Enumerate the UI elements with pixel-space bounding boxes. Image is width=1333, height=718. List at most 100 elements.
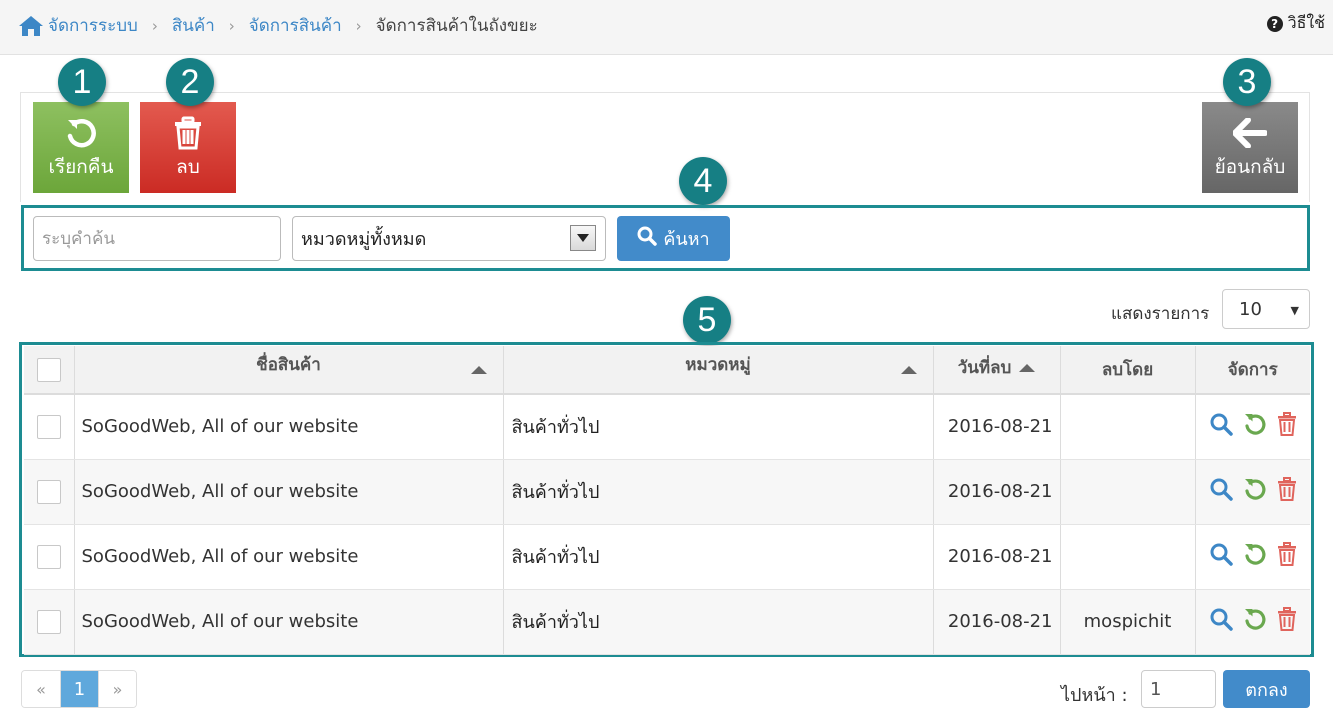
goto-page-input[interactable]: 1 — [1141, 670, 1216, 708]
category-cell: สินค้าทั่วไป — [503, 394, 934, 460]
deleted-by-cell — [1060, 394, 1196, 460]
deleted-date-cell: 2016-08-21 — [933, 524, 1061, 590]
goto-page-label: ไปหน้า : — [1061, 685, 1128, 706]
caret-down-icon: ▼ — [1290, 304, 1299, 317]
page-size-label: แสดงรายการ — [1111, 304, 1210, 324]
rotate-left-icon — [64, 114, 98, 152]
column-header-actions: จัดการ — [1195, 346, 1310, 395]
product-name-cell: SoGoodWeb, All of our website — [74, 459, 504, 525]
sort-asc-icon — [470, 366, 487, 374]
sort-asc-icon — [1019, 364, 1036, 372]
trash-icon[interactable] — [1277, 607, 1297, 636]
pagination: « 1 » — [21, 670, 137, 708]
dropdown-arrow-icon[interactable] — [570, 225, 596, 251]
back-label: ย้อนกลับ — [1214, 155, 1286, 178]
view-icon[interactable] — [1209, 542, 1233, 571]
deleted-date-cell: 2016-08-21 — [933, 394, 1061, 460]
search-icon — [637, 226, 658, 251]
restore-icon[interactable] — [1243, 477, 1267, 506]
product-name-cell: SoGoodWeb, All of our website — [74, 589, 504, 655]
product-name-cell: SoGoodWeb, All of our website — [74, 394, 504, 460]
row-checkbox[interactable] — [36, 479, 61, 504]
view-icon[interactable] — [1209, 412, 1233, 441]
column-header-name[interactable]: ชื่อสินค้า — [74, 346, 504, 395]
select-all-header — [24, 346, 75, 395]
column-name-label: ชื่อสินค้า — [256, 355, 321, 375]
sort-asc-icon — [900, 366, 917, 374]
row-checkbox[interactable] — [36, 609, 61, 634]
table-row: SoGoodWeb, All of our website สินค้าทั่วไ… — [24, 459, 1310, 525]
trash-products-table: ชื่อสินค้า หมวดหมู่ วันที่ลบ ลบโดย จัดกา… — [24, 346, 1310, 655]
column-header-deleted-date[interactable]: วันที่ลบ — [933, 346, 1061, 395]
deleted-by-cell — [1060, 524, 1196, 590]
deleted-by-cell — [1060, 459, 1196, 525]
deleted-by-cell: mospichit — [1060, 589, 1196, 655]
column-deleted-by-label: ลบโดย — [1101, 360, 1154, 380]
category-cell: สินค้าทั่วไป — [503, 589, 934, 655]
category-cell: สินค้าทั่วไป — [503, 459, 934, 525]
restore-button[interactable]: เรียกคืน — [33, 102, 129, 193]
restore-icon[interactable] — [1243, 542, 1267, 571]
pagination-next[interactable]: » — [98, 671, 136, 707]
page-size-select[interactable]: 10 ▼ — [1222, 289, 1310, 329]
pagination-page-1[interactable]: 1 — [60, 671, 98, 707]
breadcrumb-products[interactable]: สินค้า — [172, 12, 215, 39]
help-link[interactable]: ? วิธีใช้ — [1266, 11, 1325, 36]
actions-cell — [1195, 459, 1310, 525]
row-checkbox[interactable] — [36, 544, 61, 569]
callout-badge-2: 2 — [166, 58, 214, 106]
category-select-value: หมวดหมู่ทั้งหมด — [301, 229, 427, 250]
back-button[interactable]: ย้อนกลับ — [1202, 102, 1298, 193]
breadcrumb-home[interactable]: จัดการระบบ — [48, 12, 138, 39]
search-input[interactable] — [33, 216, 281, 261]
table-row: SoGoodWeb, All of our website สินค้าทั่วไ… — [24, 394, 1310, 460]
trash-icon[interactable] — [1277, 477, 1297, 506]
table-row: SoGoodWeb, All of our website สินค้าทั่วไ… — [24, 589, 1310, 655]
search-button[interactable]: ค้นหา — [617, 216, 730, 261]
row-checkbox-cell — [24, 394, 75, 460]
column-header-category[interactable]: หมวดหมู่ — [503, 346, 934, 395]
column-header-deleted-by: ลบโดย — [1060, 346, 1196, 395]
column-category-label: หมวดหมู่ — [685, 355, 751, 375]
restore-icon[interactable] — [1243, 412, 1267, 441]
trash-icon — [173, 114, 203, 152]
actions-cell — [1195, 394, 1310, 460]
chevron-right-icon: › — [228, 16, 235, 35]
category-select[interactable]: หมวดหมู่ทั้งหมด — [292, 216, 606, 261]
home-icon[interactable] — [18, 15, 44, 37]
actions-cell — [1195, 589, 1310, 655]
breadcrumb-manage-products[interactable]: จัดการสินค้า — [249, 12, 342, 39]
trash-icon[interactable] — [1277, 412, 1297, 441]
breadcrumb-current: จัดการสินค้าในถังขยะ — [375, 16, 538, 36]
view-icon[interactable] — [1209, 607, 1233, 636]
pagination-prev[interactable]: « — [22, 671, 60, 707]
column-deleted-date-label: วันที่ลบ — [957, 358, 1012, 378]
row-checkbox[interactable] — [36, 414, 61, 439]
select-all-checkbox[interactable] — [36, 357, 61, 382]
trash-icon[interactable] — [1277, 542, 1297, 571]
goto-page-button[interactable]: ตกลง — [1223, 670, 1310, 708]
callout-badge-1: 1 — [58, 58, 106, 106]
help-label: วิธีใช้ — [1287, 13, 1325, 32]
restore-icon[interactable] — [1243, 607, 1267, 636]
breadcrumb-bar: จัดการระบบ › สินค้า › จัดการสินค้า › จัด… — [0, 0, 1333, 55]
delete-button[interactable]: ลบ — [140, 102, 236, 193]
deleted-date-cell: 2016-08-21 — [933, 589, 1061, 655]
chevron-right-icon: › — [151, 16, 158, 35]
callout-badge-4: 4 — [679, 157, 727, 205]
chevron-right-icon: › — [355, 16, 362, 35]
row-checkbox-cell — [24, 459, 75, 525]
row-checkbox-cell — [24, 524, 75, 590]
column-actions-label: จัดการ — [1227, 360, 1278, 380]
page-size-value: 10 — [1239, 298, 1262, 320]
callout-badge-5: 5 — [683, 296, 731, 344]
row-checkbox-cell — [24, 589, 75, 655]
deleted-date-cell: 2016-08-21 — [933, 459, 1061, 525]
search-button-label: ค้นหา — [663, 229, 710, 250]
arrow-left-icon — [1233, 114, 1267, 152]
product-name-cell: SoGoodWeb, All of our website — [74, 524, 504, 590]
restore-label: เรียกคืน — [48, 155, 114, 178]
callout-badge-3: 3 — [1223, 58, 1271, 106]
view-icon[interactable] — [1209, 477, 1233, 506]
category-cell: สินค้าทั่วไป — [503, 524, 934, 590]
